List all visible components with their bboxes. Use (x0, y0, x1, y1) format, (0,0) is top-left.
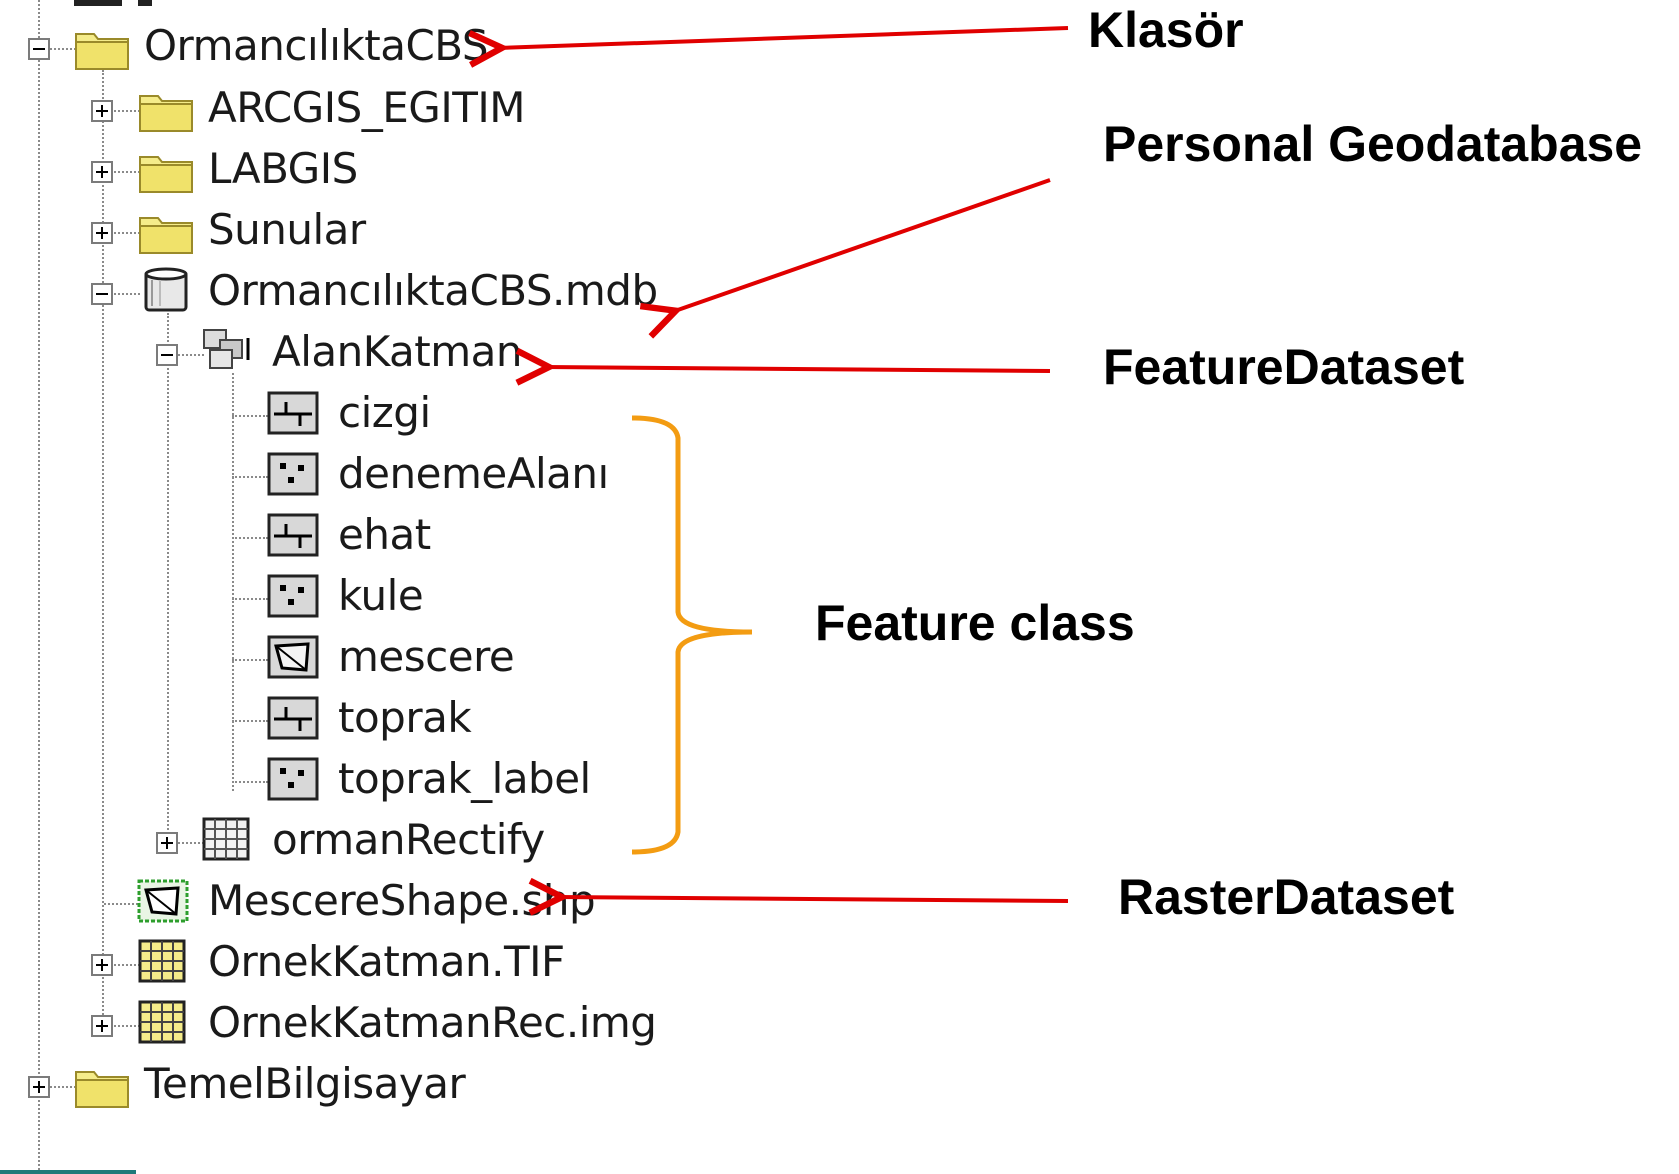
arrow-to-raster-dataset (558, 897, 1069, 901)
arrow-to-feature-dataset (545, 367, 1051, 371)
label-feature-class: Feature class (815, 595, 1135, 651)
feature-class-brace (631, 415, 753, 855)
label-folder: Klasör (1088, 2, 1244, 58)
label-feature-dataset: FeatureDataset (1103, 339, 1465, 395)
label-personal-geodatabase: Personal Geodatabase (1103, 116, 1643, 172)
label-raster-dataset: RasterDataset (1118, 869, 1455, 925)
arrow-to-folder (498, 26, 1069, 48)
arrow-to-geodatabase (672, 178, 1051, 312)
annotation-overlay (0, 26, 1069, 1174)
bottom-accent-bar (0, 1170, 136, 1174)
